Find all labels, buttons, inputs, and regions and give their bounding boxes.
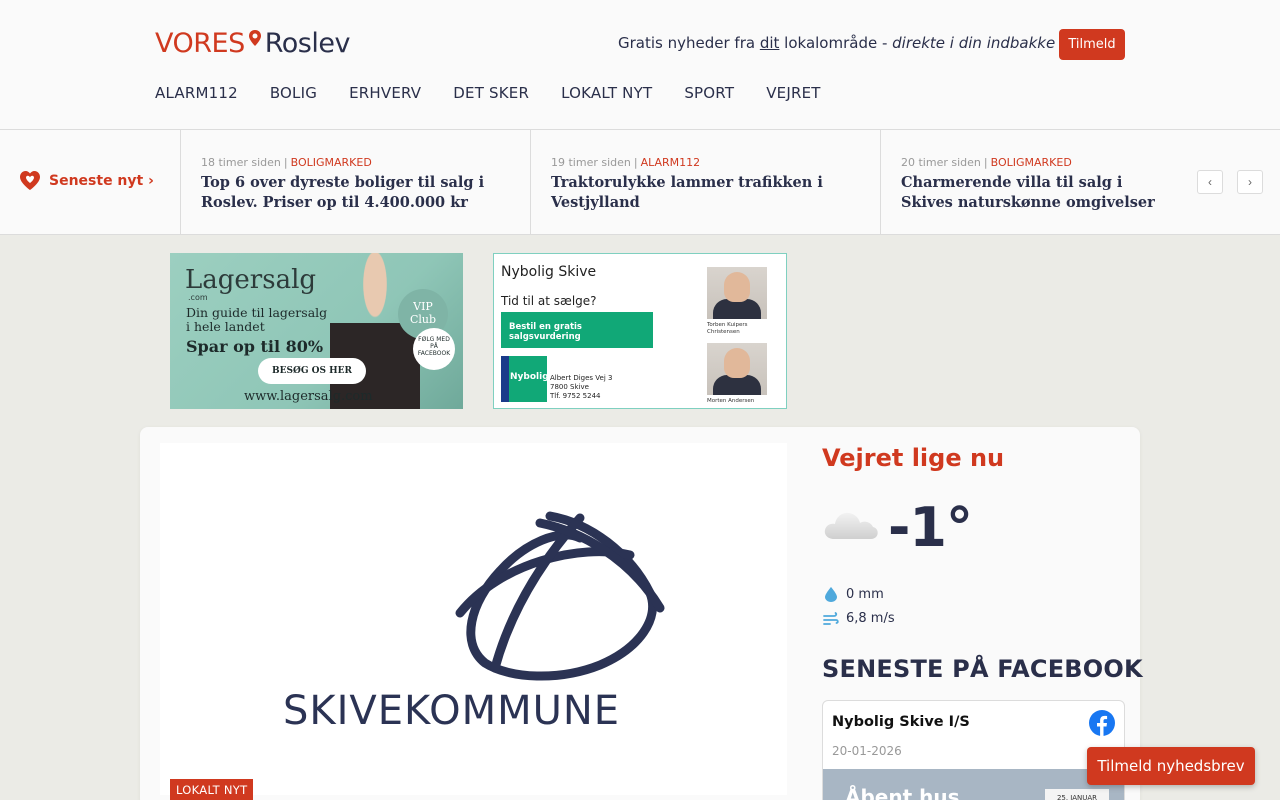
nybolig-logo: Nybolig bbox=[501, 356, 549, 402]
nav-item-det-sker[interactable]: DET SKER bbox=[453, 84, 529, 102]
promo-italic: direkte i din indbakke bbox=[892, 34, 1056, 52]
site-header: VORES Roslev Gratis nyheder fra dit loka… bbox=[0, 0, 1280, 130]
facebook-image-headline: Åbent hus bbox=[845, 785, 960, 800]
latest-news-ticker: Seneste nyt › 18 timer siden | BOLIGMARKED… bbox=[0, 130, 1280, 235]
weather-wind: 6,8 m/s bbox=[846, 610, 895, 626]
nav-item-erhverv[interactable]: ERHVERV bbox=[349, 84, 421, 102]
ad-fb-line2: PÅ bbox=[430, 343, 438, 350]
agent-name: Torben Kuipers Christensen bbox=[707, 322, 748, 335]
ticker-category[interactable]: BOLIGMARKED bbox=[991, 156, 1072, 169]
addr-line1: Albert Diges Vej 3 bbox=[550, 374, 613, 382]
ad-vip-line1: VIP bbox=[413, 300, 433, 313]
ticker-item[interactable]: 20 timer siden | BOLIGMARKED Charmerende v… bbox=[880, 130, 1180, 234]
ticker-title[interactable]: Charmerende villa til salg i Skives natu… bbox=[901, 173, 1160, 213]
ticker-category[interactable]: BOLIGMARKED bbox=[291, 156, 372, 169]
skive-kommune-logo bbox=[455, 511, 665, 681]
location-pin-icon bbox=[248, 27, 262, 49]
ticker-title[interactable]: Top 6 over dyreste boliger til salg i Ro… bbox=[201, 173, 510, 213]
logo-place: Roslev bbox=[264, 28, 351, 59]
logo-brand: VORES bbox=[155, 28, 245, 59]
ticker-meta: 19 timer siden | ALARM112 bbox=[551, 156, 701, 169]
ad-lagersalg-guide: Din guide til lagersalg i hele landet bbox=[186, 306, 327, 334]
ad-lagersalg-offer: Spar op til 80% bbox=[186, 337, 324, 356]
ticker-item[interactable]: 19 timer siden | ALARM112 Traktorulykke la… bbox=[530, 130, 880, 234]
ticker-meta: 20 timer siden | BOLIGMARKED bbox=[901, 156, 1072, 169]
promo-middle: lokalområde - bbox=[779, 34, 893, 52]
weather-wind-row: 6,8 m/s bbox=[822, 609, 895, 627]
agent-photo bbox=[707, 343, 767, 395]
site-logo[interactable]: VORES Roslev bbox=[155, 28, 350, 59]
ad-lagersalg-guide-line1: Din guide til lagersalg bbox=[186, 305, 328, 320]
ad-vip-line2: Club bbox=[409, 313, 437, 326]
nav-item-lokalt-nyt[interactable]: LOKALT NYT bbox=[561, 84, 652, 102]
ticker-time: 20 timer siden bbox=[901, 156, 981, 169]
addr-line2: 7800 Skive bbox=[550, 383, 589, 391]
ad-nybolig[interactable]: Nybolig Skive Tid til at sælge? Bestil e… bbox=[493, 253, 787, 409]
ad-nybolig-cta[interactable]: Bestil en gratis salgsvurdering bbox=[501, 312, 653, 348]
wind-icon bbox=[823, 612, 839, 625]
ad-lagersalg-button[interactable]: BESØG OS HER bbox=[258, 358, 366, 384]
heart-icon bbox=[20, 171, 40, 190]
ad-lagersalg-com: .com bbox=[188, 293, 208, 302]
newsletter-promo: Gratis nyheder fra dit lokalområde - dir… bbox=[618, 34, 1055, 52]
addr-line3: Tlf. 9752 5244 bbox=[550, 392, 601, 400]
ad-lagersalg[interactable]: Lagersalg .com Din guide til lagersalg i… bbox=[170, 253, 463, 409]
article-category-badge[interactable]: LOKALT NYT bbox=[170, 779, 254, 800]
facebook-section-title: SENESTE PÅ FACEBOOK bbox=[822, 655, 1143, 683]
facebook-post[interactable]: Nybolig Skive I/S 20-01-2026 Åbent hus 2… bbox=[822, 700, 1125, 800]
promo-prefix: Gratis nyheder fra bbox=[618, 34, 760, 52]
weather-precipitation: 0 mm bbox=[846, 586, 884, 602]
ticker-meta: 18 timer siden | BOLIGMARKED bbox=[201, 156, 372, 169]
ticker-title[interactable]: Traktorulykke lammer trafikken i Vestjyl… bbox=[551, 173, 860, 213]
ad-lagersalg-url: www.lagersalg.com bbox=[244, 389, 373, 404]
nav-item-vejret[interactable]: VEJRET bbox=[766, 84, 820, 102]
ticker-item[interactable]: 18 timer siden | BOLIGMARKED Top 6 over dy… bbox=[180, 130, 530, 234]
nav-item-alarm112[interactable]: ALARM112 bbox=[155, 84, 238, 102]
hero-image-text: SKIVEKOMMUNE bbox=[283, 688, 621, 734]
ad-nybolig-address: Albert Diges Vej 3 7800 Skive Tlf. 9752 … bbox=[550, 374, 612, 401]
ad-lagersalg-brand: Lagersalg bbox=[185, 265, 317, 295]
facebook-post-image[interactable]: Åbent hus 25. JANUAR bbox=[823, 769, 1124, 800]
ad-facebook-badge: FØLG MED PÅ FACEBOOK bbox=[413, 328, 455, 370]
facebook-post-date: 20-01-2026 bbox=[832, 744, 902, 758]
ticker-prev-button[interactable]: ‹ bbox=[1197, 170, 1223, 194]
nybolig-logo-text: Nybolig bbox=[509, 356, 549, 402]
ticker-next-button[interactable]: › bbox=[1237, 170, 1263, 194]
agent-name: Morten Andersen bbox=[707, 398, 755, 404]
ticker-category[interactable]: ALARM112 bbox=[641, 156, 701, 169]
latest-news-label: Seneste nyt › bbox=[49, 173, 154, 189]
raindrop-icon bbox=[825, 587, 837, 602]
ad-nybolig-question: Tid til at sælge? bbox=[501, 294, 597, 308]
weather-title: Vejret lige nu bbox=[822, 444, 1005, 472]
newsletter-signup-button[interactable]: Tilmeld nyhedsbrev bbox=[1087, 747, 1255, 785]
ad-fb-line3: FACEBOOK bbox=[417, 350, 451, 357]
article-hero-image[interactable]: SKIVEKOMMUNE bbox=[160, 443, 787, 795]
weather-precipitation-row: 0 mm bbox=[822, 585, 884, 603]
latest-news-link[interactable]: Seneste nyt › bbox=[19, 170, 154, 192]
nav-item-sport[interactable]: SPORT bbox=[684, 84, 734, 102]
ticker-time: 18 timer siden bbox=[201, 156, 281, 169]
ad-fb-line1: FØLG MED bbox=[418, 336, 450, 343]
signup-button[interactable]: Tilmeld bbox=[1059, 29, 1125, 60]
ad-nybolig-title: Nybolig Skive bbox=[501, 264, 597, 280]
facebook-post-author[interactable]: Nybolig Skive I/S bbox=[832, 714, 970, 730]
weather-temperature: -1° bbox=[888, 496, 973, 559]
cloud-icon bbox=[822, 505, 880, 549]
agent-photo bbox=[707, 267, 767, 319]
main-nav: ALARM112 BOLIG ERHVERV DET SKER LOKALT N… bbox=[155, 84, 853, 102]
facebook-image-tag: 25. JANUAR bbox=[1045, 789, 1109, 800]
nav-item-bolig[interactable]: BOLIG bbox=[270, 84, 317, 102]
ad-lagersalg-guide-line2: i hele landet bbox=[186, 319, 265, 334]
ticker-time: 19 timer siden bbox=[551, 156, 631, 169]
facebook-icon[interactable] bbox=[1089, 710, 1115, 740]
promo-underlined: dit bbox=[759, 34, 780, 52]
